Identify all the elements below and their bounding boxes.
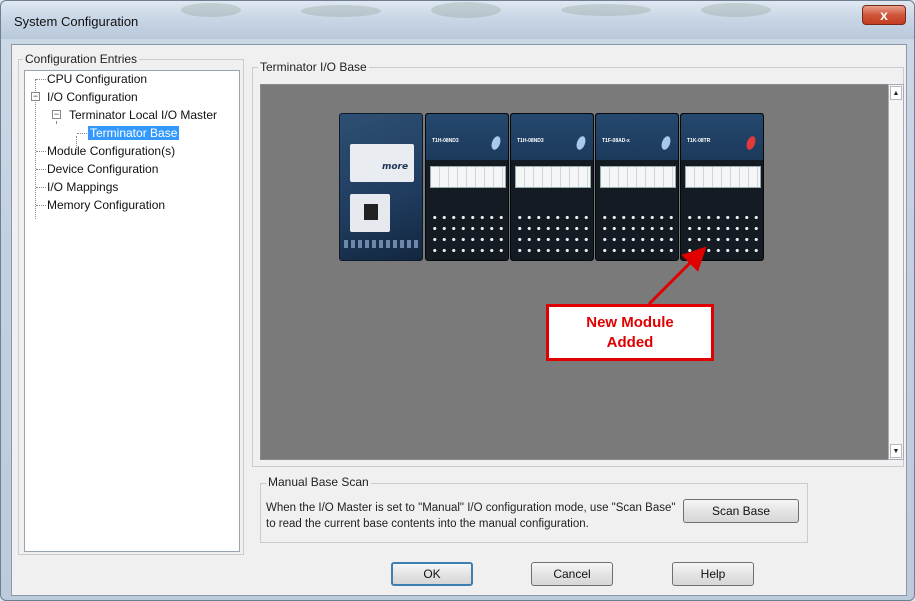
- scroll-up-icon[interactable]: ▲: [890, 86, 902, 100]
- tree-item-terminator-base[interactable]: Terminator Base: [88, 126, 180, 140]
- terminator-io-base-label: Terminator I/O Base: [258, 60, 369, 74]
- configuration-tree[interactable]: CPU Configuration − I/O Configuration − …: [24, 70, 240, 552]
- tree-item-terminator-local-io-master[interactable]: Terminator Local I/O Master: [69, 108, 217, 122]
- expander-minus-icon[interactable]: −: [31, 92, 40, 101]
- scroll-down-icon[interactable]: ▼: [890, 444, 902, 458]
- base-view-canvas[interactable]: more T1H-08ND3 T1H-08ND3 T1F-08AD-x T1K-…: [260, 84, 889, 460]
- help-button[interactable]: Help: [672, 562, 754, 586]
- window-title: System Configuration: [14, 14, 139, 29]
- scan-base-button[interactable]: Scan Base: [683, 499, 799, 523]
- expander-minus-icon[interactable]: −: [52, 110, 61, 119]
- ok-button[interactable]: OK: [391, 562, 473, 586]
- dialog-client-area: Configuration Entries CPU Configuration …: [11, 44, 907, 596]
- tree-item-module-configurations[interactable]: Module Configuration(s): [47, 144, 175, 158]
- manual-scan-description: When the I/O Master is set to "Manual" I…: [266, 502, 676, 530]
- cancel-button[interactable]: Cancel: [531, 562, 613, 586]
- tree-item-memory-configuration[interactable]: Memory Configuration: [47, 198, 165, 212]
- callout-line-1: New Module: [586, 313, 674, 331]
- configuration-entries-label: Configuration Entries: [23, 52, 140, 66]
- title-bar[interactable]: System Configuration x: [1, 1, 914, 39]
- new-module-callout: New Module Added: [546, 304, 714, 361]
- vertical-scrollbar[interactable]: ▲ ▼: [888, 84, 904, 460]
- close-icon: x: [880, 7, 888, 23]
- tree-item-cpu-configuration[interactable]: CPU Configuration: [47, 72, 147, 86]
- tree-item-device-configuration[interactable]: Device Configuration: [47, 162, 158, 176]
- system-configuration-window: System Configuration x Configuration Ent…: [0, 0, 915, 601]
- callout-line-2: Added: [606, 333, 654, 351]
- tree-item-io-configuration[interactable]: I/O Configuration: [47, 90, 138, 104]
- close-button[interactable]: x: [862, 5, 906, 25]
- manual-base-scan-label: Manual Base Scan: [266, 475, 371, 489]
- callout-arrow: [647, 246, 707, 306]
- tree-item-io-mappings[interactable]: I/O Mappings: [47, 180, 118, 194]
